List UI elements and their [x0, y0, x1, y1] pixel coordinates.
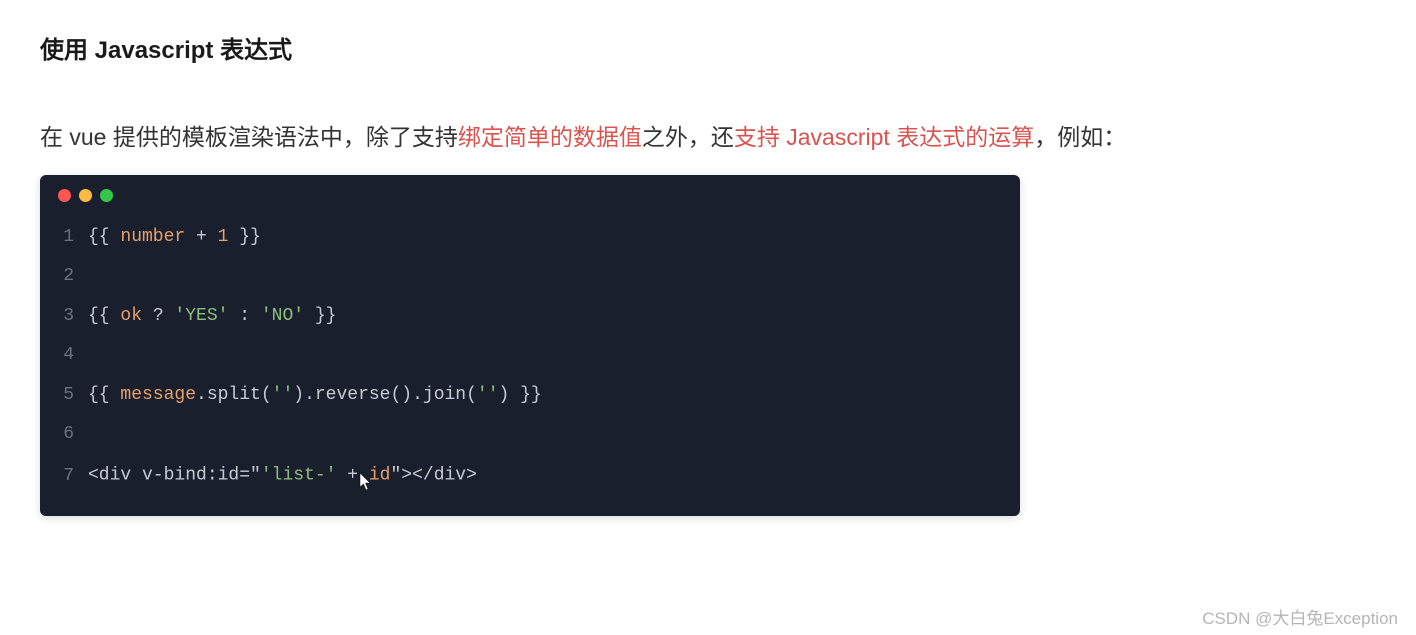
code-line: 2 — [40, 257, 1020, 297]
code-block: 1{{ number + 1 }}23{{ ok ? 'YES' : 'NO' … — [40, 175, 1020, 517]
line-number: 6 — [40, 415, 88, 455]
code-line: 7<div v-bind:id="'list-' + id"></div> — [40, 455, 1020, 496]
code-line: 4 — [40, 336, 1020, 376]
intro-paragraph: 在 vue 提供的模板渲染语法中，除了支持绑定简单的数据值之外，还支持 Java… — [40, 120, 1376, 155]
paragraph-highlight-1: 绑定简单的数据值 — [458, 124, 642, 150]
section-heading: 使用 Javascript 表达式 — [40, 30, 1376, 65]
line-number: 5 — [40, 376, 88, 416]
window-controls — [40, 175, 1020, 208]
watermark: CSDN @大白兔Exception — [1202, 604, 1398, 629]
line-number: 1 — [40, 218, 88, 258]
code-content: {{ number + 1 }} — [88, 218, 261, 258]
code-content: {{ message.split('').reverse().join('') … — [88, 376, 542, 416]
minimize-icon — [79, 189, 92, 202]
paragraph-part-1: 在 vue 提供的模板渲染语法中，除了支持 — [40, 124, 458, 150]
line-number: 3 — [40, 297, 88, 337]
code-listing: 1{{ number + 1 }}23{{ ok ? 'YES' : 'NO' … — [40, 208, 1020, 517]
mouse-cursor-icon — [359, 469, 373, 509]
code-line: 1{{ number + 1 }} — [40, 218, 1020, 258]
code-content: <div v-bind:id="'list-' + id"></div> — [88, 455, 493, 496]
line-number: 2 — [40, 257, 88, 297]
code-line: 6 — [40, 415, 1020, 455]
line-number: 4 — [40, 336, 88, 376]
paragraph-part-2: 之外，还 — [642, 124, 734, 150]
line-number: 7 — [40, 457, 88, 497]
paragraph-highlight-2: 支持 Javascript 表达式的运算 — [734, 124, 1034, 150]
code-content: {{ ok ? 'YES' : 'NO' }} — [88, 297, 336, 337]
maximize-icon — [100, 189, 113, 202]
code-line: 3{{ ok ? 'YES' : 'NO' }} — [40, 297, 1020, 337]
code-line: 5{{ message.split('').reverse().join('')… — [40, 376, 1020, 416]
paragraph-part-3: ，例如： — [1034, 124, 1126, 150]
close-icon — [58, 189, 71, 202]
